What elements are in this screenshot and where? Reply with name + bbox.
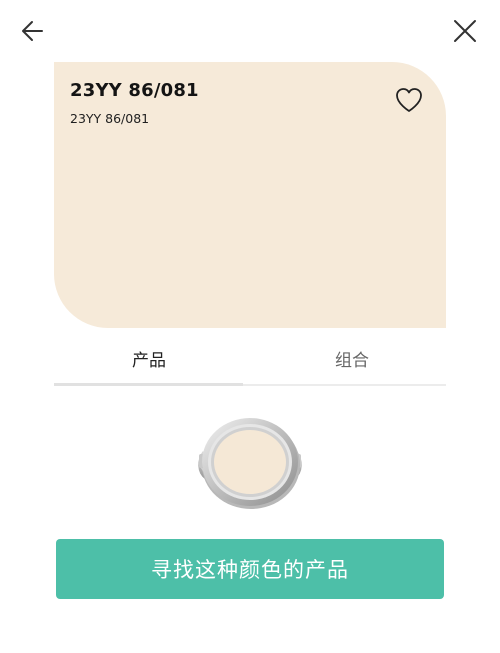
active-tab-indicator bbox=[54, 383, 243, 386]
color-code: 23YY 86/081 bbox=[70, 111, 150, 126]
paint-can-product[interactable] bbox=[190, 412, 310, 510]
back-button[interactable] bbox=[16, 14, 50, 48]
tab-bar: 产品 组合 bbox=[54, 332, 446, 388]
tab-combinations[interactable]: 组合 bbox=[254, 332, 450, 384]
paint-can-icon bbox=[198, 418, 302, 509]
color-name: 23YY 86/081 bbox=[70, 80, 199, 101]
color-swatch-card: 23YY 86/081 23YY 86/081 bbox=[54, 62, 446, 328]
close-button[interactable] bbox=[448, 14, 482, 48]
close-icon bbox=[454, 20, 476, 42]
find-products-button[interactable]: 寻找这种颜色的产品 bbox=[56, 539, 444, 599]
arrow-left-icon bbox=[22, 21, 43, 41]
tab-products[interactable]: 产品 bbox=[54, 332, 244, 384]
heart-outline-icon bbox=[396, 88, 422, 112]
favorite-button[interactable] bbox=[394, 86, 424, 114]
